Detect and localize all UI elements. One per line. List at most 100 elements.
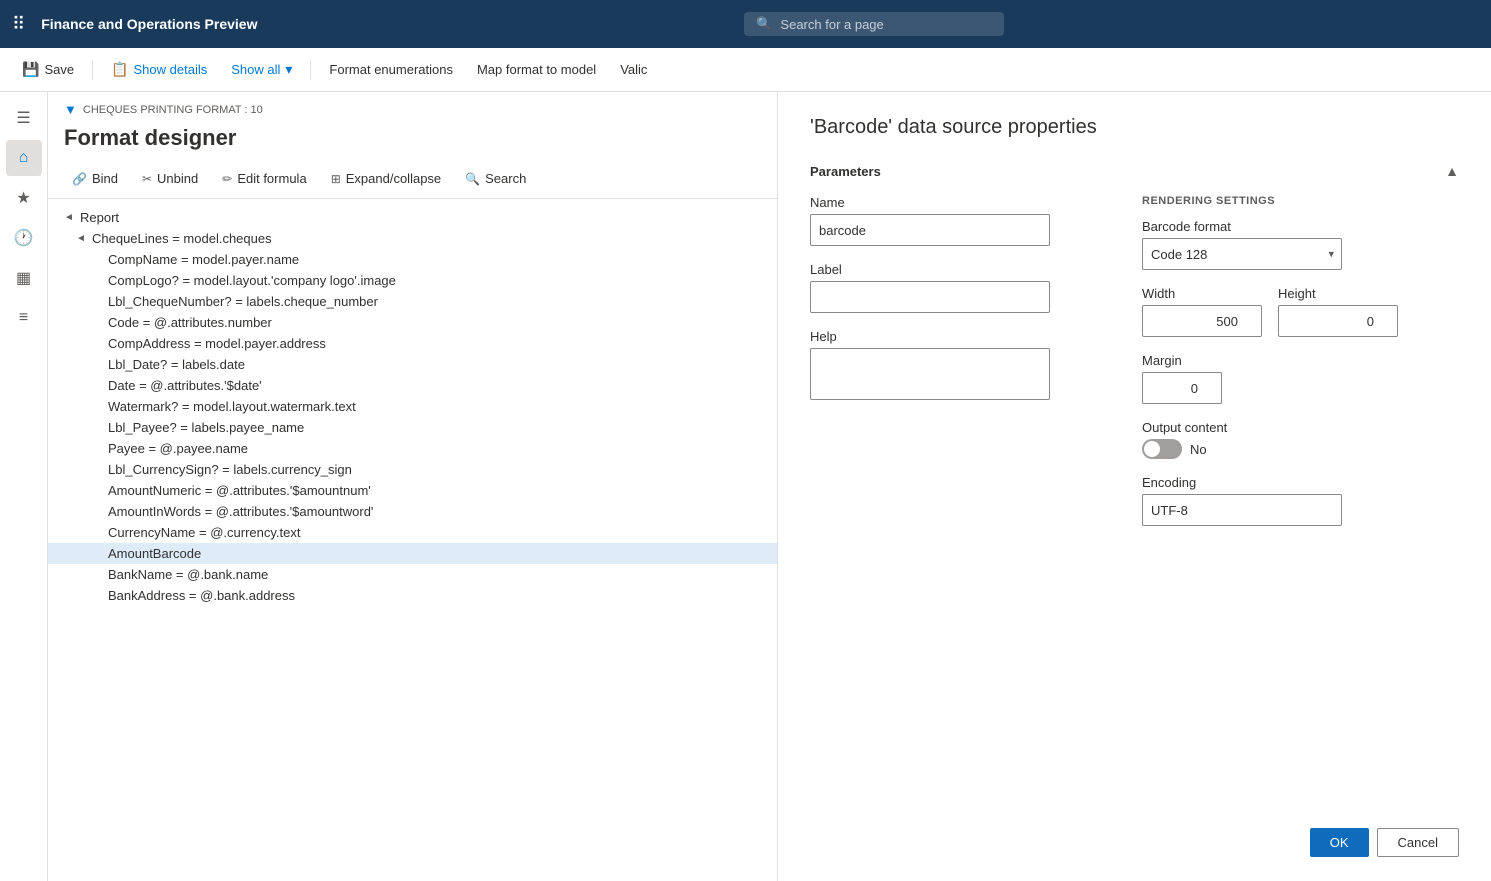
valid-button[interactable]: Valic — [610, 56, 657, 83]
app-menu-icon[interactable]: ⠿ — [12, 14, 25, 35]
width-field-group: Width — [1142, 286, 1262, 337]
output-content-group: Output content No — [1142, 420, 1459, 459]
sidebar-workspaces-button[interactable]: ▦ — [6, 260, 42, 296]
width-input[interactable] — [1142, 305, 1262, 337]
encoding-input[interactable] — [1142, 494, 1342, 526]
toolbar-separator-2 — [310, 60, 311, 80]
label-input[interactable] — [810, 281, 1050, 313]
map-format-button[interactable]: Map format to model — [467, 56, 606, 83]
tree-area: ◄Report◄ChequeLines = model.chequesCompN… — [48, 199, 777, 881]
help-textarea[interactable] — [810, 348, 1050, 400]
tree-item[interactable]: Date = @.attributes.'$date' — [48, 375, 777, 396]
parameters-label: Parameters — [810, 164, 881, 179]
tree-item[interactable]: Lbl_Payee? = labels.payee_name — [48, 417, 777, 438]
encoding-group: Encoding — [1142, 475, 1459, 526]
search-placeholder: Search for a page — [780, 17, 883, 32]
tree-item[interactable]: Payee = @.payee.name — [48, 438, 777, 459]
width-label: Width — [1142, 286, 1262, 301]
save-button[interactable]: 💾 Save — [12, 55, 84, 84]
tree-item-label: Lbl_CurrencySign? = labels.currency_sign — [108, 462, 352, 477]
expand-icon: ⊞ — [331, 172, 341, 186]
unbind-button[interactable]: ✂ Unbind — [134, 167, 206, 190]
barcode-format-select[interactable]: Code 128 QR Code EAN-13 PDF417 — [1142, 238, 1342, 270]
output-content-label: Output content — [1142, 420, 1459, 435]
tree-item[interactable]: BankName = @.bank.name — [48, 564, 777, 585]
help-field-group: Help — [810, 329, 1050, 405]
sidebar-recent-button[interactable]: 🕐 — [6, 220, 42, 256]
sidebar-favorites-button[interactable]: ★ — [6, 180, 42, 216]
expand-collapse-button[interactable]: ⊞ Expand/collapse — [323, 167, 449, 190]
output-content-toggle[interactable] — [1142, 439, 1182, 459]
tree-item[interactable]: BankAddress = @.bank.address — [48, 585, 777, 606]
calendar-icon: ▦ — [16, 268, 31, 288]
toggle-knob — [1144, 441, 1160, 457]
margin-label: Margin — [1142, 353, 1459, 368]
tree-item[interactable]: CurrencyName = @.currency.text — [48, 522, 777, 543]
tree-item[interactable]: AmountInWords = @.attributes.'$amountwor… — [48, 501, 777, 522]
search-icon: 🔍 — [465, 172, 480, 186]
margin-input[interactable] — [1142, 372, 1222, 404]
tree-item[interactable]: CompName = model.payer.name — [48, 249, 777, 270]
search-button[interactable]: 🔍 Search — [457, 167, 534, 190]
tree-item[interactable]: Lbl_Date? = labels.date — [48, 354, 777, 375]
page-title: Format designer — [48, 121, 777, 163]
tree-item-label: ChequeLines = model.cheques — [92, 231, 272, 246]
bottom-buttons: OK Cancel — [1310, 828, 1459, 857]
tree-item[interactable]: AmountBarcode — [48, 543, 777, 564]
show-all-button[interactable]: Show all ▾ — [221, 55, 302, 84]
tree-item-label: AmountBarcode — [108, 546, 201, 561]
tree-item[interactable]: CompAddress = model.payer.address — [48, 333, 777, 354]
name-label: Name — [810, 195, 1050, 210]
tree-item[interactable]: Lbl_CurrencySign? = labels.currency_sign — [48, 459, 777, 480]
tree-item[interactable]: Code = @.attributes.number — [48, 312, 777, 333]
cancel-button[interactable]: Cancel — [1377, 828, 1459, 857]
edit-formula-button[interactable]: ✏ Edit formula — [214, 167, 314, 190]
search-icon: 🔍 — [756, 16, 772, 32]
sidebar-home-button[interactable]: ⌂ — [6, 140, 42, 176]
global-search[interactable]: 🔍 Search for a page — [744, 12, 1004, 36]
output-content-value: No — [1190, 442, 1207, 457]
tree-item-label: Lbl_ChequeNumber? = labels.cheque_number — [108, 294, 378, 309]
name-input[interactable] — [810, 214, 1050, 246]
tree-item[interactable]: ◄ChequeLines = model.cheques — [48, 228, 777, 249]
app-title: Finance and Operations Preview — [41, 16, 257, 32]
tree-item-label: Code = @.attributes.number — [108, 315, 272, 330]
home-icon: ⌂ — [19, 149, 29, 167]
star-icon: ★ — [16, 188, 30, 208]
tree-item-label: BankAddress = @.bank.address — [108, 588, 295, 603]
margin-group: Margin — [1142, 353, 1459, 404]
format-enumerations-button[interactable]: Format enumerations — [319, 56, 463, 83]
height-input[interactable] — [1278, 305, 1398, 337]
encoding-label: Encoding — [1142, 475, 1459, 490]
tree-item[interactable]: Lbl_ChequeNumber? = labels.cheque_number — [48, 291, 777, 312]
panel-title: 'Barcode' data source properties — [810, 116, 1459, 139]
tree-item[interactable]: AmountNumeric = @.attributes.'$amountnum… — [48, 480, 777, 501]
bind-icon: 🔗 — [72, 172, 87, 186]
top-bar: ⠿ Finance and Operations Preview 🔍 Searc… — [0, 0, 1491, 48]
show-details-button[interactable]: 📋 Show details — [101, 55, 217, 84]
height-label: Height — [1278, 286, 1398, 301]
label-label: Label — [810, 262, 1050, 277]
barcode-format-group: Barcode format Code 128 QR Code EAN-13 P… — [1142, 219, 1459, 270]
parameters-left: Name Label Help — [810, 195, 1050, 542]
bind-button[interactable]: 🔗 Bind — [64, 167, 126, 190]
tree-item-label: Date = @.attributes.'$date' — [108, 378, 262, 393]
menu-icon: ☰ — [16, 108, 30, 128]
collapse-icon: ◄ — [64, 212, 76, 223]
breadcrumb: ▼ CHEQUES PRINTING FORMAT : 10 — [48, 92, 777, 121]
tree-item[interactable]: Watermark? = model.layout.watermark.text — [48, 396, 777, 417]
sidebar-list-button[interactable]: ≡ — [6, 300, 42, 336]
label-field-group: Label — [810, 262, 1050, 313]
sidebar-icons: ☰ ⌂ ★ 🕐 ▦ ≡ — [0, 92, 48, 881]
rendering-settings-section: RENDERING SETTINGS Barcode format Code 1… — [1142, 195, 1459, 542]
sidebar-menu-button[interactable]: ☰ — [6, 100, 42, 136]
tree-item-label: Lbl_Payee? = labels.payee_name — [108, 420, 304, 435]
parameters-collapse-button[interactable]: ▲ — [1445, 163, 1459, 179]
tree-item[interactable]: ◄Report — [48, 207, 777, 228]
ok-button[interactable]: OK — [1310, 828, 1369, 857]
tree-item[interactable]: CompLogo? = model.layout.'company logo'.… — [48, 270, 777, 291]
properties-panel: 'Barcode' data source properties Paramet… — [778, 92, 1491, 881]
save-icon: 💾 — [22, 61, 39, 78]
toolbar-separator-1 — [92, 60, 93, 80]
tree-item-label: AmountInWords = @.attributes.'$amountwor… — [108, 504, 373, 519]
